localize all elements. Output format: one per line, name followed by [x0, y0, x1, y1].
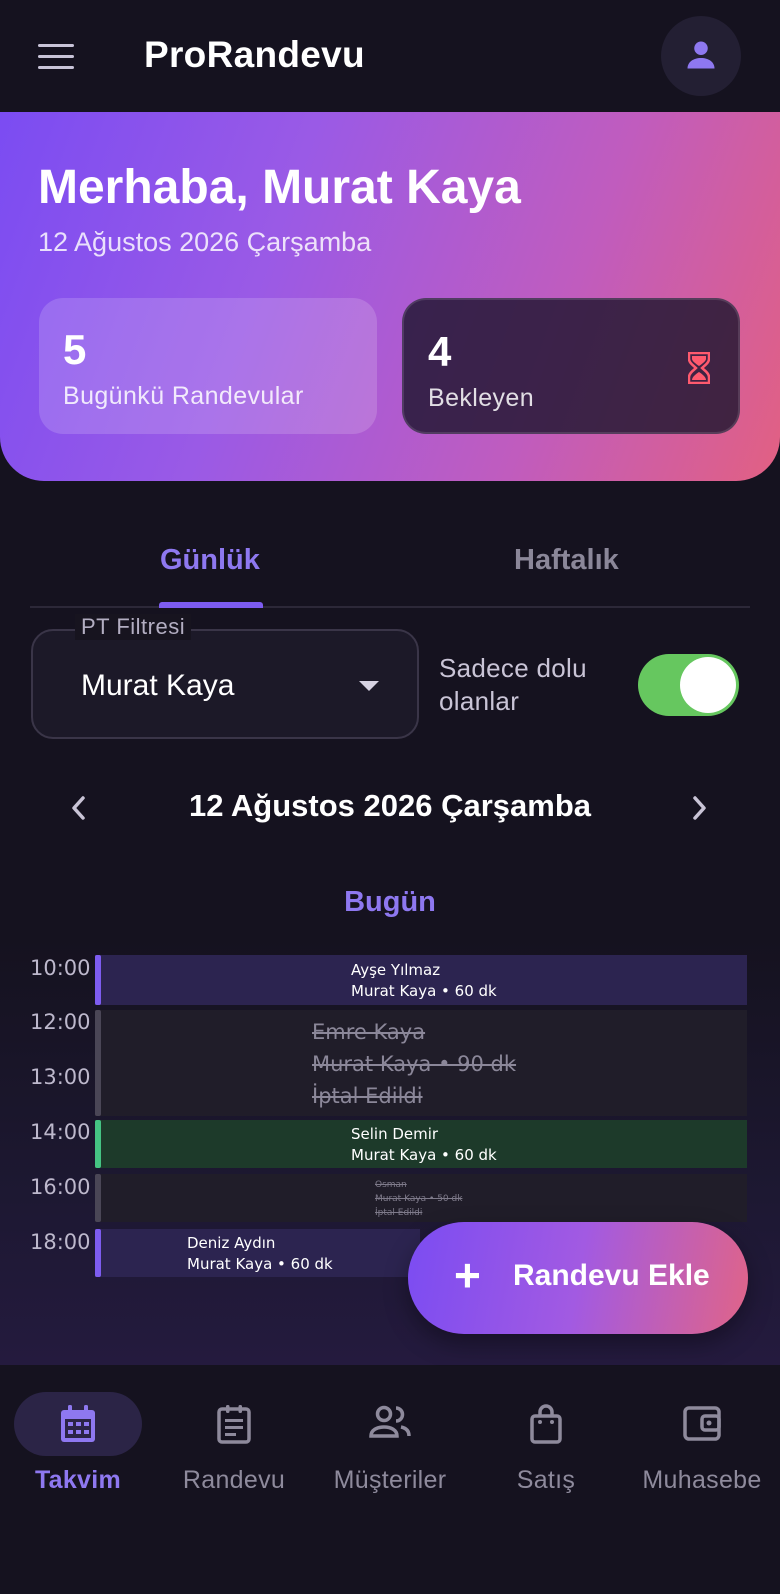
top-app-bar: ProRandevu	[0, 0, 780, 112]
nav-item-customers[interactable]: Müşteriler	[312, 1366, 468, 1496]
event-status-bar	[95, 1120, 101, 1168]
wallet-icon	[683, 1406, 721, 1441]
chevron-right-icon[interactable]	[688, 792, 710, 824]
appointment-event-cancelled[interactable]: Osman Murat Kaya • 50 dk İptal Edildi	[95, 1174, 747, 1222]
today-label[interactable]: Bugün	[0, 886, 780, 919]
event-client-name: Selin Demir	[351, 1125, 439, 1143]
time-label: 18:00	[30, 1230, 91, 1254]
shopping-bag-icon	[530, 1404, 562, 1444]
stat-label: Bekleyen	[428, 384, 535, 412]
nav-item-accounting[interactable]: Muhasebe	[624, 1366, 780, 1496]
bottom-navigation: Takvim Randevu Müşteriler Satış Muhasebe	[0, 1366, 780, 1594]
pt-filter-value: Murat Kaya	[81, 669, 235, 702]
pending-appointments-card[interactable]: 4 Bekleyen	[402, 298, 740, 434]
pt-filter-label: PT Filtresi	[75, 614, 192, 640]
nav-item-appointments[interactable]: Randevu	[156, 1366, 312, 1496]
event-status: İptal Edildi	[375, 1208, 423, 1218]
hourglass-icon	[688, 352, 710, 384]
add-appointment-label: Randevu Ekle	[513, 1259, 710, 1292]
hamburger-menu-icon[interactable]	[38, 44, 74, 70]
only-booked-toggle[interactable]	[638, 654, 739, 716]
hero-banner: Merhaba, Murat Kaya 12 Ağustos 2026 Çarş…	[0, 112, 780, 481]
event-status-bar	[95, 1229, 101, 1277]
event-detail: Murat Kaya • 60 dk	[187, 1255, 333, 1273]
event-client-name: Deniz Aydın	[187, 1234, 276, 1252]
event-status-bar	[95, 1010, 101, 1116]
calendar-icon	[61, 1405, 95, 1442]
time-label: 13:00	[30, 1065, 91, 1089]
nav-item-calendar[interactable]: Takvim	[0, 1366, 156, 1496]
stat-label: Bugünkü Randevular	[63, 382, 304, 410]
plus-icon: +	[454, 1249, 481, 1301]
nav-label: Randevu	[182, 1466, 286, 1494]
time-label: 16:00	[30, 1175, 91, 1199]
nav-label: Takvim	[34, 1466, 122, 1494]
nav-label: Müşteriler	[333, 1466, 447, 1494]
event-client-name: Osman	[375, 1180, 407, 1190]
app-title: ProRandevu	[144, 34, 365, 75]
only-booked-label: Sadece dolu olanlar	[439, 653, 587, 716]
event-detail: Murat Kaya • 60 dk	[351, 1146, 497, 1164]
dropdown-arrow-icon	[359, 681, 379, 691]
hero-date: 12 Ağustos 2026 Çarşamba	[38, 227, 372, 257]
time-label: 10:00	[30, 956, 91, 980]
pt-filter-dropdown[interactable]: PT Filtresi Murat Kaya	[31, 614, 419, 739]
stat-value: 4	[428, 328, 452, 375]
event-detail: Murat Kaya • 90 dk	[312, 1052, 517, 1076]
appointment-event[interactable]: Deniz Aydın Murat Kaya • 60 dk	[95, 1229, 420, 1277]
active-tab-indicator	[159, 602, 263, 608]
appointment-event-cancelled[interactable]: Emre Kaya Murat Kaya • 90 dk İptal Edild…	[95, 1010, 747, 1116]
event-detail: Murat Kaya • 50 dk	[375, 1194, 463, 1204]
event-client-name: Emre Kaya	[312, 1020, 426, 1044]
appointment-event[interactable]: Selin Demir Murat Kaya • 60 dk	[95, 1120, 747, 1168]
person-icon	[687, 41, 715, 69]
toggle-knob	[680, 657, 736, 713]
time-label: 12:00	[30, 1010, 91, 1034]
event-status: İptal Edildi	[312, 1084, 423, 1108]
time-label: 14:00	[30, 1120, 91, 1144]
nav-label: Muhasebe	[642, 1466, 762, 1494]
appointment-event[interactable]: Ayşe Yılmaz Murat Kaya • 60 dk	[95, 955, 747, 1005]
tab-daily[interactable]: Günlük	[160, 544, 260, 577]
tab-weekly[interactable]: Haftalık	[514, 544, 619, 577]
document-list-icon	[217, 1405, 251, 1444]
greeting-title: Merhaba, Murat Kaya	[38, 161, 521, 214]
event-client-name: Ayşe Yılmaz	[351, 961, 441, 979]
event-status-bar	[95, 1174, 101, 1222]
profile-button[interactable]	[661, 16, 741, 96]
stat-value: 5	[63, 326, 87, 373]
nav-label: Satış	[516, 1466, 576, 1494]
event-status-bar	[95, 955, 101, 1005]
event-detail: Murat Kaya • 60 dk	[351, 982, 497, 1000]
selected-date: 12 Ağustos 2026 Çarşamba	[188, 788, 592, 823]
view-tabs: Günlük Haftalık	[30, 530, 750, 608]
people-icon	[369, 1405, 411, 1438]
nav-item-sales[interactable]: Satış	[468, 1366, 624, 1496]
todays-appointments-card[interactable]: 5 Bugünkü Randevular	[39, 298, 377, 434]
add-appointment-button[interactable]: + Randevu Ekle	[408, 1222, 748, 1334]
